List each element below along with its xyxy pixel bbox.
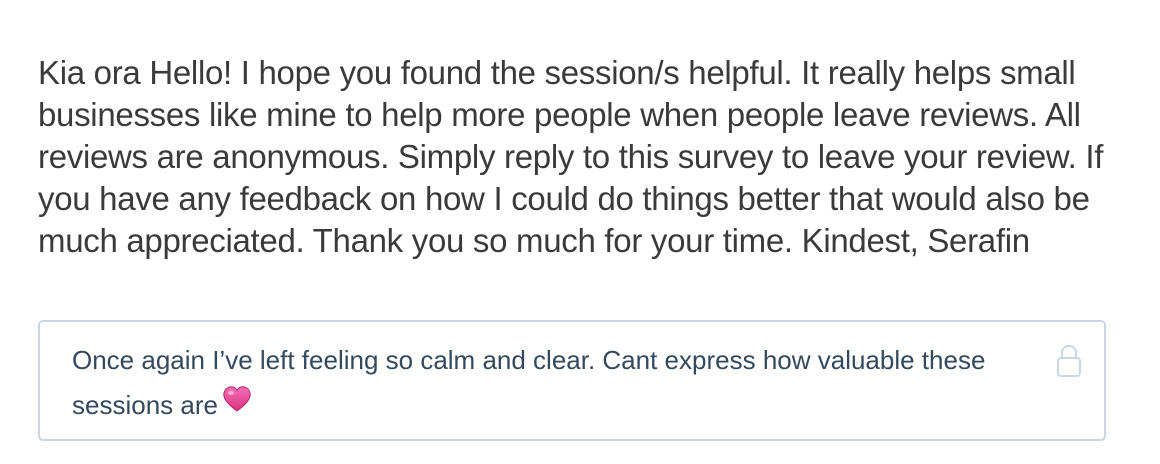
review-response-field: Once again I’ve left feeling so calm and… [38, 320, 1106, 441]
pink-heart-icon [222, 382, 252, 427]
review-response-text-block: Once again I’ve left feeling so calm and… [72, 338, 992, 428]
review-response-text: Once again I’ve left feeling so calm and… [72, 345, 986, 420]
survey-intro-text: Kia ora Hello! I hope you found the sess… [38, 54, 1104, 259]
lock-icon [1056, 344, 1082, 378]
